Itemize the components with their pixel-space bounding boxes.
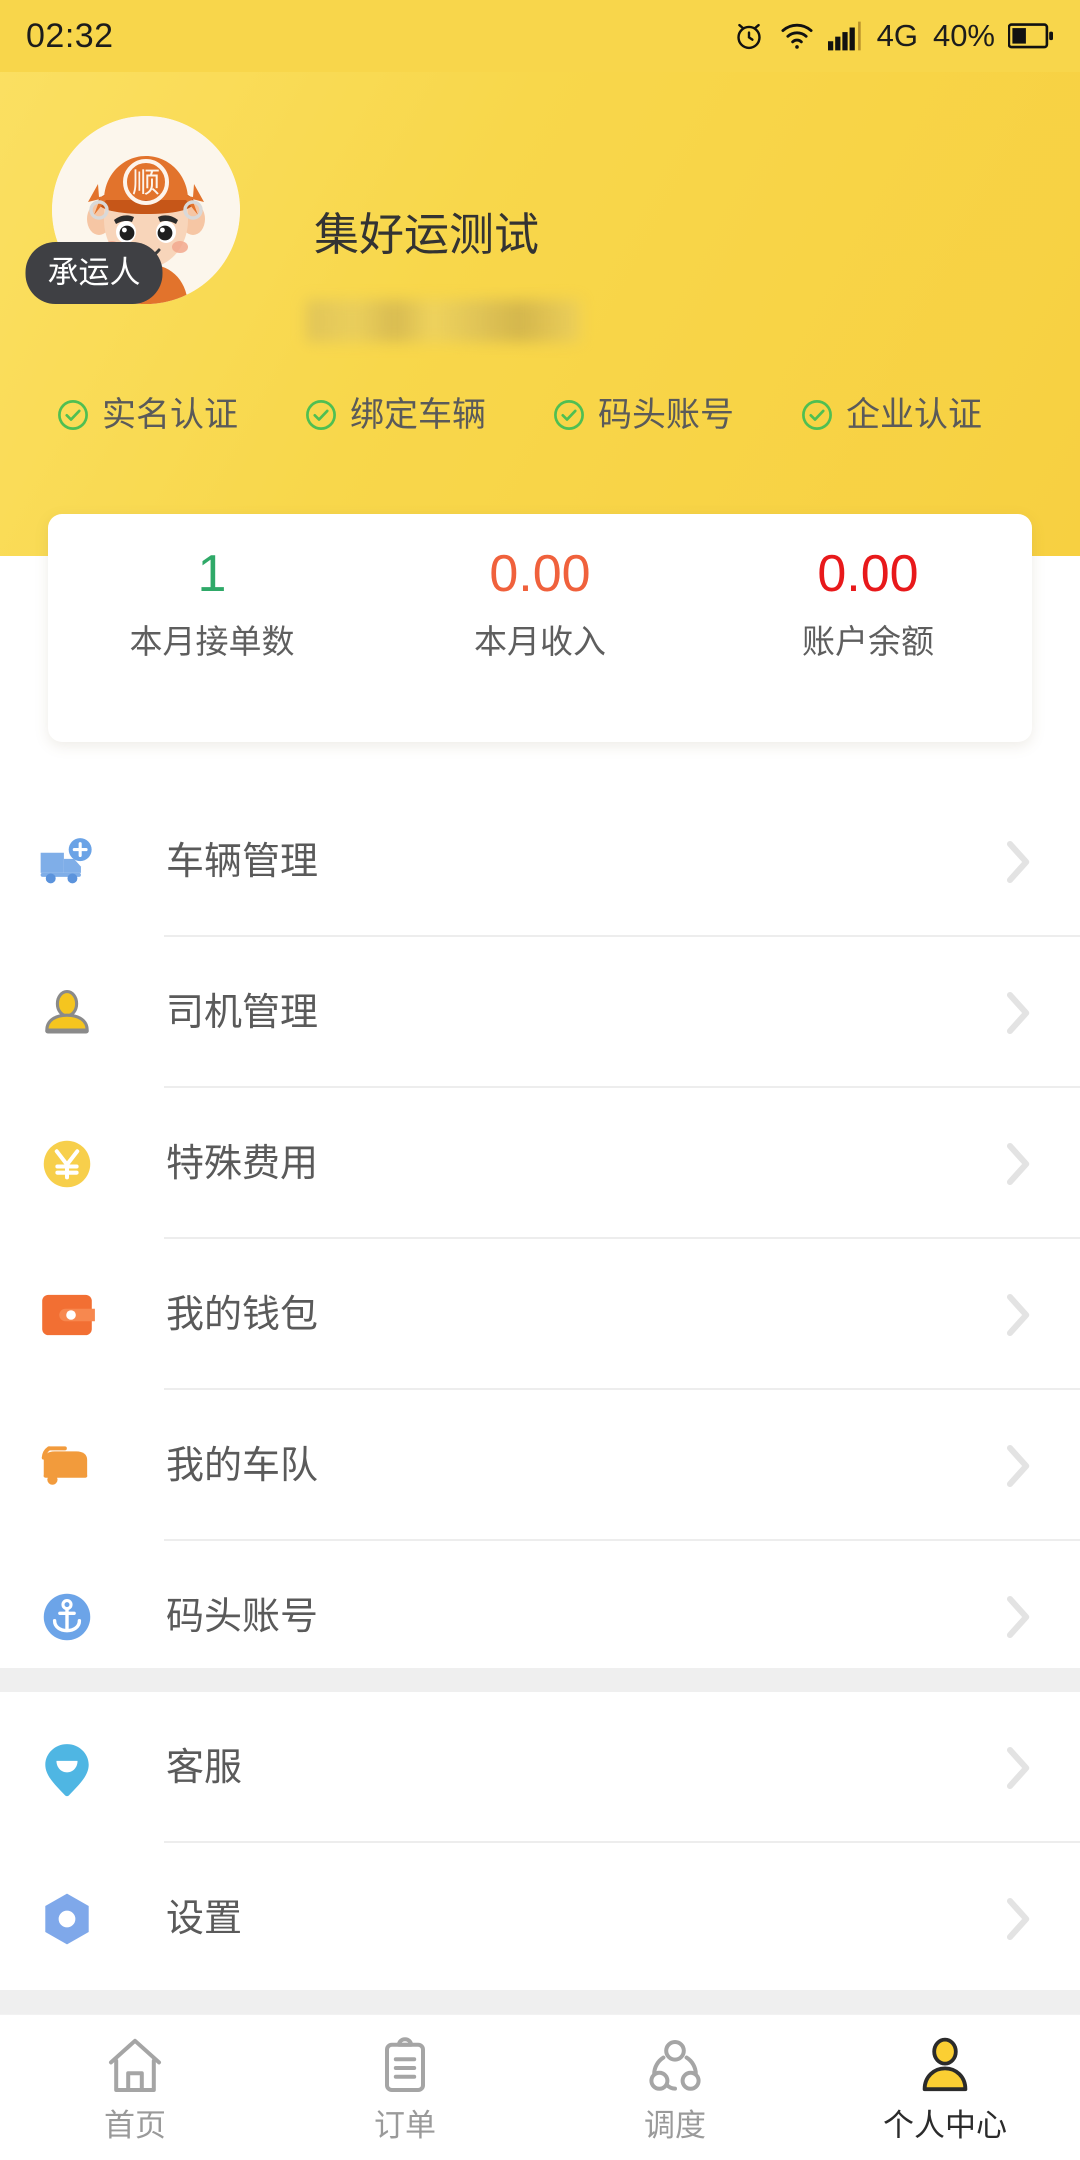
tab-label: 个人中心 bbox=[883, 2108, 1007, 2143]
settings-hex-icon bbox=[36, 1888, 98, 1950]
tab-label: 首页 bbox=[104, 2108, 166, 2143]
alarm-icon bbox=[732, 19, 766, 53]
order-icon bbox=[373, 2034, 437, 2096]
yuan-circle-icon bbox=[36, 1133, 98, 1195]
menu-item-my-wallet[interactable]: 我的钱包 bbox=[0, 1239, 1080, 1390]
user-name: 集好运测试 bbox=[314, 209, 540, 260]
verification-item-enterprise[interactable]: 企业认证 bbox=[800, 398, 982, 432]
status-bar: 02:32 4G 40% bbox=[0, 0, 1080, 72]
menu-item-label: 我的车队 bbox=[166, 1444, 319, 1487]
status-indicators: 4G 40% bbox=[732, 18, 1054, 54]
wifi-icon bbox=[779, 21, 815, 51]
person-icon bbox=[913, 2034, 977, 2096]
svg-text:顺: 顺 bbox=[132, 166, 160, 199]
menu-item-label: 车辆管理 bbox=[166, 840, 319, 883]
role-badge: 承运人 bbox=[25, 242, 163, 304]
menu-item-label: 设置 bbox=[166, 1897, 243, 1940]
stat-balance[interactable]: 0.00 账户余额 bbox=[704, 545, 1032, 661]
menu-item-label: 码头账号 bbox=[166, 1595, 319, 1638]
chevron-right-icon bbox=[1002, 1288, 1036, 1342]
status-time: 02:32 bbox=[26, 16, 114, 55]
verification-label: 码头账号 bbox=[598, 396, 734, 434]
truck-add-icon bbox=[36, 831, 98, 893]
verification-label: 绑定车辆 bbox=[350, 396, 486, 434]
battery-percent-label: 40% bbox=[932, 18, 995, 53]
home-icon bbox=[103, 2034, 167, 2096]
stat-label: 账户余额 bbox=[802, 623, 934, 661]
verification-item-vehicle[interactable]: 绑定车辆 bbox=[304, 398, 486, 432]
wallet-icon bbox=[36, 1284, 98, 1346]
chevron-right-icon bbox=[1002, 1892, 1036, 1946]
tab-label: 订单 bbox=[374, 2108, 436, 2143]
verification-item-dock[interactable]: 码头账号 bbox=[552, 398, 734, 432]
menu-item-driver-management[interactable]: 司机管理 bbox=[0, 937, 1080, 1088]
check-circle-icon bbox=[304, 398, 338, 432]
user-subtitle-redacted bbox=[306, 300, 580, 342]
dispatch-icon bbox=[643, 2034, 707, 2096]
stat-label: 本月接单数 bbox=[129, 623, 295, 661]
tab-label: 调度 bbox=[644, 2108, 706, 2143]
menu-item-label: 司机管理 bbox=[166, 991, 319, 1034]
menu-group-secondary: 客服 设置 bbox=[0, 1692, 1080, 1994]
stat-orders[interactable]: 1 本月接单数 bbox=[48, 545, 376, 661]
stat-label: 本月收入 bbox=[474, 623, 606, 661]
menu-item-label: 我的钱包 bbox=[166, 1293, 319, 1336]
menu-item-vehicle-management[interactable]: 车辆管理 bbox=[0, 786, 1080, 937]
menu-item-customer-service[interactable]: 客服 bbox=[0, 1692, 1080, 1843]
check-circle-icon bbox=[56, 398, 90, 432]
signal-icon bbox=[827, 21, 862, 51]
chevron-right-icon bbox=[1002, 1590, 1036, 1644]
driver-icon bbox=[36, 982, 98, 1044]
menu-item-label: 客服 bbox=[166, 1746, 243, 1789]
tab-orders[interactable]: 订单 bbox=[270, 2015, 540, 2160]
stat-value: 0.00 bbox=[817, 545, 919, 603]
menu-item-settings[interactable]: 设置 bbox=[0, 1843, 1080, 1994]
bottom-navigation: 首页 订单 调度 个人中心 bbox=[0, 2014, 1080, 2160]
chevron-right-icon bbox=[1002, 986, 1036, 1040]
chevron-right-icon bbox=[1002, 1137, 1036, 1191]
check-circle-icon bbox=[552, 398, 586, 432]
network-type-label: 4G bbox=[876, 18, 918, 53]
group-separator-band bbox=[0, 1668, 1080, 1692]
stat-value: 0.00 bbox=[489, 545, 591, 603]
stat-income[interactable]: 0.00 本月收入 bbox=[376, 545, 704, 661]
check-circle-icon bbox=[800, 398, 834, 432]
battery-icon bbox=[1008, 23, 1054, 49]
tab-dispatch[interactable]: 调度 bbox=[540, 2015, 810, 2160]
tab-profile[interactable]: 个人中心 bbox=[810, 2015, 1080, 2160]
support-chat-icon bbox=[36, 1737, 98, 1799]
chevron-right-icon bbox=[1002, 1439, 1036, 1493]
verification-label: 实名认证 bbox=[102, 396, 238, 434]
menu-item-my-fleet[interactable]: 我的车队 bbox=[0, 1390, 1080, 1541]
menu-group-primary: 车辆管理 司机管理 特殊费用 我的钱包 我的车队 码头账号 bbox=[0, 786, 1080, 1692]
verification-label: 企业认证 bbox=[846, 396, 982, 434]
chevron-right-icon bbox=[1002, 1741, 1036, 1795]
app-screen: 02:32 4G 40% 顺 承运人 集好运测试 实名认证 绑定车辆 码头账号 … bbox=[0, 0, 1080, 2160]
menu-item-label: 特殊费用 bbox=[166, 1142, 319, 1185]
fleet-truck-icon bbox=[36, 1435, 98, 1497]
stats-card: 1 本月接单数 0.00 本月收入 0.00 账户余额 bbox=[48, 514, 1032, 742]
tabbar-separator-band bbox=[0, 1990, 1080, 2014]
menu-item-special-fee[interactable]: 特殊费用 bbox=[0, 1088, 1080, 1239]
tab-home[interactable]: 首页 bbox=[0, 2015, 270, 2160]
chevron-right-icon bbox=[1002, 835, 1036, 889]
verification-item-realname[interactable]: 实名认证 bbox=[56, 398, 238, 432]
verification-row: 实名认证 绑定车辆 码头账号 企业认证 bbox=[56, 398, 1036, 432]
stat-value: 1 bbox=[197, 545, 227, 603]
anchor-icon bbox=[36, 1586, 98, 1648]
